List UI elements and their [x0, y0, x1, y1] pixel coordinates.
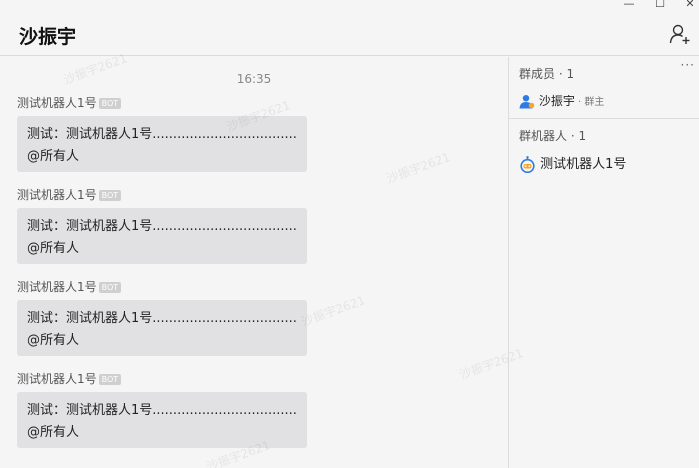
message-bubble[interactable]: 测试：测试机器人1号..............................…	[17, 300, 307, 356]
message-bubble[interactable]: 测试：测试机器人1号..............................…	[17, 116, 307, 172]
add-member-icon[interactable]	[669, 23, 691, 45]
minimize-button[interactable]: —	[621, 0, 637, 11]
robots-title: 群机器人 · 1	[519, 129, 587, 143]
message-item: 测试机器人1号 BOT 测试：测试机器人1号...................…	[17, 187, 317, 264]
sender-name[interactable]: 测试机器人1号	[17, 372, 97, 386]
message-text: 测试：测试机器人1号..............................…	[27, 127, 297, 142]
message-mention: @所有人	[27, 425, 80, 440]
message-bubble[interactable]: 测试：测试机器人1号..............................…	[17, 208, 307, 264]
bot-badge: BOT	[98, 282, 122, 293]
message-bubble[interactable]: 测试：测试机器人1号..............................…	[17, 392, 307, 448]
message-text: 测试：测试机器人1号..............................…	[27, 311, 297, 326]
message-text: 测试：测试机器人1号..............................…	[27, 403, 297, 418]
message-text: 测试：测试机器人1号..............................…	[27, 219, 297, 234]
user-icon	[519, 95, 535, 109]
message-mention: @所有人	[27, 149, 80, 164]
message-sender: 测试机器人1号 BOT	[17, 187, 317, 203]
robot-item[interactable]: 测试机器人1号	[519, 153, 626, 173]
window-controls: — ☐ ✕	[589, 0, 699, 12]
bot-badge: BOT	[98, 190, 122, 201]
member-name: 沙振宇	[538, 94, 575, 108]
message-mention: @所有人	[27, 241, 80, 256]
watermark: 沙振宇2621	[384, 150, 453, 186]
robot-name: 测试机器人1号	[540, 157, 627, 172]
message-sender: 测试机器人1号 BOT	[17, 371, 317, 387]
chat-title: 沙振宇	[19, 26, 77, 48]
bot-badge: BOT	[98, 98, 122, 109]
member-item[interactable]: 沙振宇 · 群主	[519, 92, 605, 109]
bot-badge: BOT	[98, 374, 122, 385]
sender-name[interactable]: 测试机器人1号	[17, 96, 97, 110]
message-list[interactable]: 16:35 测试机器人1号 BOT 测试：测试机器人1号.............…	[0, 51, 525, 468]
sender-name[interactable]: 测试机器人1号	[17, 280, 97, 294]
message-timestamp: 16:35	[236, 72, 272, 86]
message-item: 测试机器人1号 BOT 测试：测试机器人1号...................…	[17, 371, 317, 448]
members-title: 群成员 · 1	[519, 67, 575, 81]
member-role: · 群主	[574, 97, 605, 108]
group-info-panel: 群成员 · 1 ··· 沙振宇 · 群主 群机器人 · 1 测试机器人1号	[509, 57, 699, 468]
more-options-button[interactable]: ···	[681, 58, 695, 72]
chat-header: 沙振宇	[0, 12, 699, 56]
message-mention: @所有人	[27, 333, 80, 348]
close-button[interactable]: ✕	[682, 0, 698, 11]
message-item: 测试机器人1号 BOT 测试：测试机器人1号...................…	[17, 95, 317, 172]
robot-icon	[520, 156, 535, 173]
maximize-button[interactable]: ☐	[652, 0, 668, 11]
section-divider	[509, 118, 699, 119]
message-item: 测试机器人1号 BOT 测试：测试机器人1号...................…	[17, 279, 317, 356]
sender-name[interactable]: 测试机器人1号	[17, 188, 97, 202]
message-sender: 测试机器人1号 BOT	[17, 95, 317, 111]
message-sender: 测试机器人1号 BOT	[17, 279, 317, 295]
